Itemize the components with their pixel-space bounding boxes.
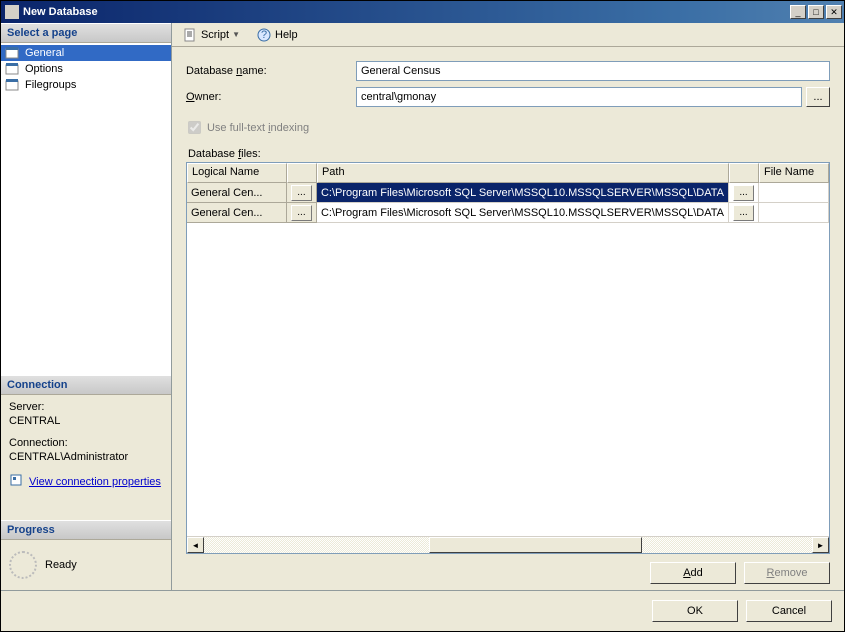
window-buttons: _ □ ✕ — [788, 5, 842, 19]
page-item-general[interactable]: General — [1, 45, 171, 61]
ok-button[interactable]: OK — [652, 600, 738, 622]
svg-text:?: ? — [261, 29, 267, 41]
col-browse — [729, 163, 759, 183]
dbname-input[interactable] — [356, 61, 830, 81]
scroll-thumb[interactable] — [429, 537, 642, 553]
dropdown-arrow-icon: ▼ — [232, 30, 240, 39]
progress-spinner-icon — [9, 551, 37, 579]
script-icon — [182, 27, 198, 43]
row-browse-button[interactable]: ... — [291, 205, 312, 221]
cell-browse-left: ... — [287, 183, 317, 203]
script-button[interactable]: Script ▼ — [178, 25, 244, 45]
page-list: General Options Filegroups — [1, 43, 171, 375]
help-icon: ? — [256, 27, 272, 43]
col-filename[interactable]: File Name — [759, 163, 829, 183]
server-label: Server: — [9, 401, 163, 413]
left-panel: Select a page General Options Filegroups… — [1, 23, 172, 590]
dbname-label: Database name: — [186, 65, 356, 77]
right-panel: Script ▼ ? Help Database name: Owner: ..… — [172, 23, 844, 590]
cell-logical[interactable]: General Cen... — [187, 203, 287, 223]
cancel-button[interactable]: Cancel — [746, 600, 832, 622]
script-label: Script — [201, 29, 229, 41]
remove-button: Remove — [744, 562, 830, 584]
add-button[interactable]: Add — [650, 562, 736, 584]
connection-value: CENTRAL\Administrator — [9, 451, 163, 463]
cell-browse-right: ... — [729, 203, 759, 223]
progress-header: Progress — [1, 520, 171, 540]
connection-body: Server: CENTRAL Connection: CENTRAL\Admi… — [1, 395, 171, 520]
col-logical-name[interactable]: Logical Name — [187, 163, 287, 183]
owner-browse-button[interactable]: ... — [806, 87, 830, 107]
owner-label: Owner: — [186, 91, 356, 103]
scroll-track[interactable] — [204, 537, 812, 553]
select-page-header: Select a page — [1, 23, 171, 43]
col-separator — [287, 163, 317, 183]
page-item-filegroups[interactable]: Filegroups — [1, 77, 171, 93]
col-path[interactable]: Path — [317, 163, 729, 183]
fulltext-checkbox — [188, 121, 201, 134]
page-label: Filegroups — [25, 79, 76, 91]
dialog-footer: OK Cancel — [1, 590, 844, 630]
server-value: CENTRAL — [9, 415, 163, 427]
titlebar[interactable]: New Database _ □ ✕ — [1, 1, 844, 23]
help-label: Help — [275, 29, 298, 41]
progress-status: Ready — [45, 559, 77, 571]
progress-body: Ready — [1, 540, 171, 590]
owner-input[interactable] — [356, 87, 802, 107]
database-files-grid[interactable]: Logical Name Path File Name General Cen.… — [186, 162, 830, 554]
horizontal-scrollbar[interactable]: ◄ ► — [187, 536, 829, 553]
fulltext-label: Use full-text indexing — [207, 122, 309, 134]
minimize-button[interactable]: _ — [790, 5, 806, 19]
cell-filename[interactable] — [759, 183, 829, 203]
cell-logical[interactable]: General Cen... — [187, 183, 287, 203]
scroll-right-button[interactable]: ► — [812, 537, 829, 553]
close-button[interactable]: ✕ — [826, 5, 842, 19]
grid-label: Database files: — [188, 148, 830, 160]
table-row[interactable]: General Cen... ... C:\Program Files\Micr… — [187, 203, 829, 223]
view-connection-properties-link[interactable]: View connection properties — [29, 476, 161, 488]
page-icon — [5, 62, 21, 76]
row-browse-button[interactable]: ... — [291, 185, 312, 201]
path-browse-button[interactable]: ... — [733, 205, 754, 221]
connection-label: Connection: — [9, 437, 163, 449]
window-title: New Database — [23, 6, 788, 18]
cell-browse-right: ... — [729, 183, 759, 203]
cell-filename[interactable] — [759, 203, 829, 223]
page-label: General — [25, 47, 64, 59]
connection-properties-icon — [9, 473, 25, 490]
grid-body: General Cen... ... C:\Program Files\Micr… — [187, 183, 829, 536]
page-icon — [5, 46, 21, 60]
page-icon — [5, 78, 21, 92]
table-row[interactable]: General Cen... ... C:\Program Files\Micr… — [187, 183, 829, 203]
help-button[interactable]: ? Help — [252, 25, 302, 45]
app-icon — [5, 5, 19, 19]
scroll-left-button[interactable]: ◄ — [187, 537, 204, 553]
cell-path[interactable]: C:\Program Files\Microsoft SQL Server\MS… — [317, 183, 729, 203]
maximize-button[interactable]: □ — [808, 5, 824, 19]
page-item-options[interactable]: Options — [1, 61, 171, 77]
cell-path[interactable]: C:\Program Files\Microsoft SQL Server\MS… — [317, 203, 729, 223]
cell-browse-left: ... — [287, 203, 317, 223]
grid-header: Logical Name Path File Name — [187, 163, 829, 183]
toolbar: Script ▼ ? Help — [172, 23, 844, 47]
path-browse-button[interactable]: ... — [733, 185, 754, 201]
page-label: Options — [25, 63, 63, 75]
connection-header: Connection — [1, 375, 171, 395]
